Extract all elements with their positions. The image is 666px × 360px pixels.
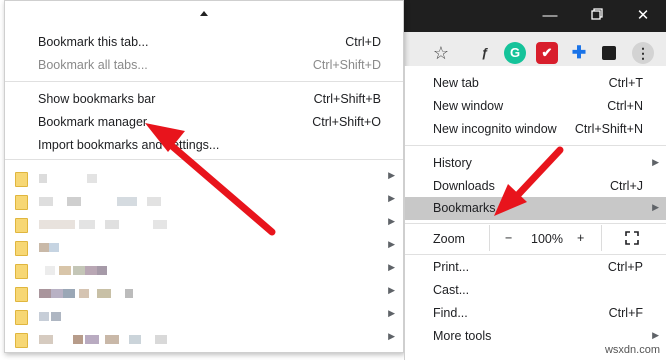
annotation-arrows: [145, 123, 564, 236]
watermark: wsxdn.com: [604, 344, 660, 356]
arrow-to-bookmarks: [494, 146, 564, 216]
arrow-to-bookmark-manager: [145, 123, 276, 236]
